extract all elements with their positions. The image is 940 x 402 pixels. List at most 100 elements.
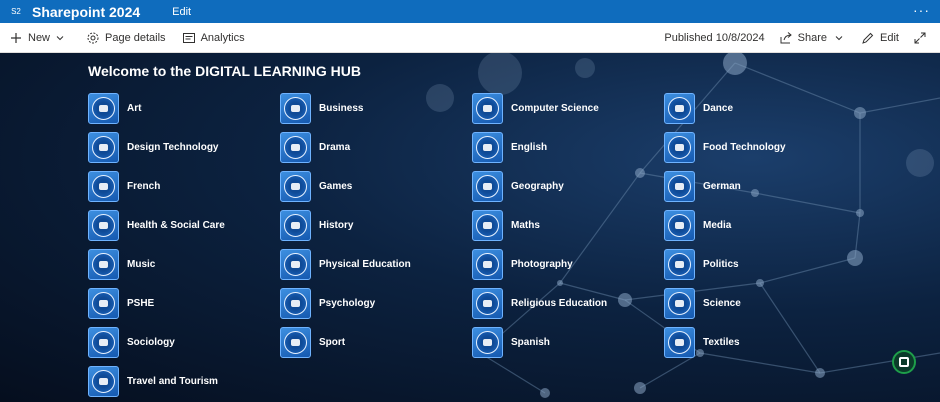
more-options-icon[interactable]: ··· [913,2,930,18]
subject-label: Food Technology [703,142,786,153]
suite-edit-link[interactable]: Edit [172,6,191,18]
gear-icon [87,32,99,43]
subject-tile[interactable]: PSHE [88,288,154,319]
subject-badge-icon [280,132,311,163]
subject-tile[interactable]: Photography [472,249,573,280]
subject-tile[interactable]: Physical Education [280,249,411,280]
plus-icon [11,32,21,43]
subject-tile[interactable]: Design Technology [88,132,219,163]
site-badge[interactable]: S2 [6,4,26,20]
subject-label: Health & Social Care [127,220,225,231]
subject-tile[interactable]: Games [280,171,352,202]
subject-tile[interactable]: Politics [664,249,739,280]
subject-tile[interactable]: Drama [280,132,350,163]
subject-badge-icon [472,171,503,202]
subject-tile[interactable]: English [472,132,547,163]
feedback-button[interactable] [892,350,916,374]
chevron-down-icon [56,35,64,40]
subject-label: Art [127,103,142,114]
subject-label: Business [319,103,364,114]
pencil-icon [862,32,874,44]
subject-label: French [127,181,161,192]
analytics-icon [182,32,195,43]
subject-label: Sociology [127,337,175,348]
subject-tile[interactable]: Textiles [664,327,740,358]
subject-tile[interactable]: Science [664,288,741,319]
subject-label: Drama [319,142,351,153]
subject-badge-icon [280,288,311,319]
subject-tile[interactable]: Psychology [280,288,375,319]
subject-tile[interactable]: Sport [280,327,345,358]
subject-label: Science [703,298,741,309]
subject-tile[interactable]: History [280,210,353,241]
subject-label: Politics [703,259,739,270]
subject-badge-icon [88,366,119,397]
subject-tile[interactable]: Religious Education [472,288,607,319]
subject-badge-icon [664,210,695,241]
subject-tile[interactable]: Music [88,249,155,280]
subject-tile[interactable]: French [88,171,160,202]
subject-badge-icon [664,288,695,319]
subject-tile[interactable]: Health & Social Care [88,210,225,241]
hub-title: Welcome to the DIGITAL LEARNING HUB [88,63,362,79]
site-title[interactable]: Sharepoint 2024 [32,4,140,20]
subject-label: History [319,220,354,231]
chevron-down-icon [835,36,843,41]
subject-label: Textiles [703,337,740,348]
new-label: New [28,31,51,44]
subject-badge-icon [88,327,119,358]
command-bar: New Page details Analytics Published 10/… [0,23,940,53]
subject-badge-icon [88,249,119,280]
subject-tile[interactable]: Travel and Tourism [88,366,218,397]
feedback-icon [899,357,909,367]
subject-tile[interactable]: Media [664,210,731,241]
subject-badge-icon [280,327,311,358]
subject-label: Religious Education [511,298,608,309]
subject-label: Spanish [511,337,550,348]
subject-tile[interactable]: Maths [472,210,540,241]
subject-label: Music [127,259,156,270]
page-details-label: Page details [105,31,166,44]
edit-button[interactable]: Edit [861,31,899,45]
expand-icon [914,32,926,44]
subject-tile[interactable]: Business [280,93,363,124]
subject-label: PSHE [127,298,155,309]
page-details-button[interactable]: Page details [86,31,166,45]
subject-badge-icon [88,288,119,319]
subject-label: English [511,142,548,153]
subject-tile[interactable]: Geography [472,171,564,202]
subject-tile[interactable]: Food Technology [664,132,786,163]
subject-badge-icon [664,132,695,163]
subject-label: Photography [511,259,573,270]
subject-badge-icon [472,249,503,280]
subject-badge-icon [280,249,311,280]
expand-button[interactable] [913,31,932,45]
analytics-button[interactable]: Analytics [182,31,245,45]
subject-badge-icon [664,171,695,202]
subject-badge-icon [664,327,695,358]
subject-badge-icon [88,132,119,163]
new-button[interactable]: New [9,31,64,45]
suite-bar: S2 Sharepoint 2024 Edit ··· [0,0,940,23]
subject-badge-icon [472,132,503,163]
subject-tile[interactable]: Spanish [472,327,550,358]
subject-label: Computer Science [511,103,599,114]
subject-badge-icon [472,288,503,319]
right-commands: Published 10/8/2024 Share Edit [664,23,940,53]
subject-tile[interactable]: Art [88,93,141,124]
subject-label: Design Technology [127,142,219,153]
subject-badge-icon [664,249,695,280]
subject-badge-icon [280,93,311,124]
subject-badge-icon [472,327,503,358]
subject-tile[interactable]: Dance [664,93,733,124]
share-label: Share [797,32,828,44]
subject-tile[interactable]: German [664,171,741,202]
subject-label: Media [703,220,732,231]
subject-label: German [703,181,741,192]
subject-badge-icon [88,210,119,241]
subject-tile[interactable]: Sociology [88,327,175,358]
subject-label: Psychology [319,298,376,309]
subject-tile[interactable]: Computer Science [472,93,599,124]
subject-badge-icon [280,171,311,202]
share-button[interactable]: Share [779,31,843,45]
